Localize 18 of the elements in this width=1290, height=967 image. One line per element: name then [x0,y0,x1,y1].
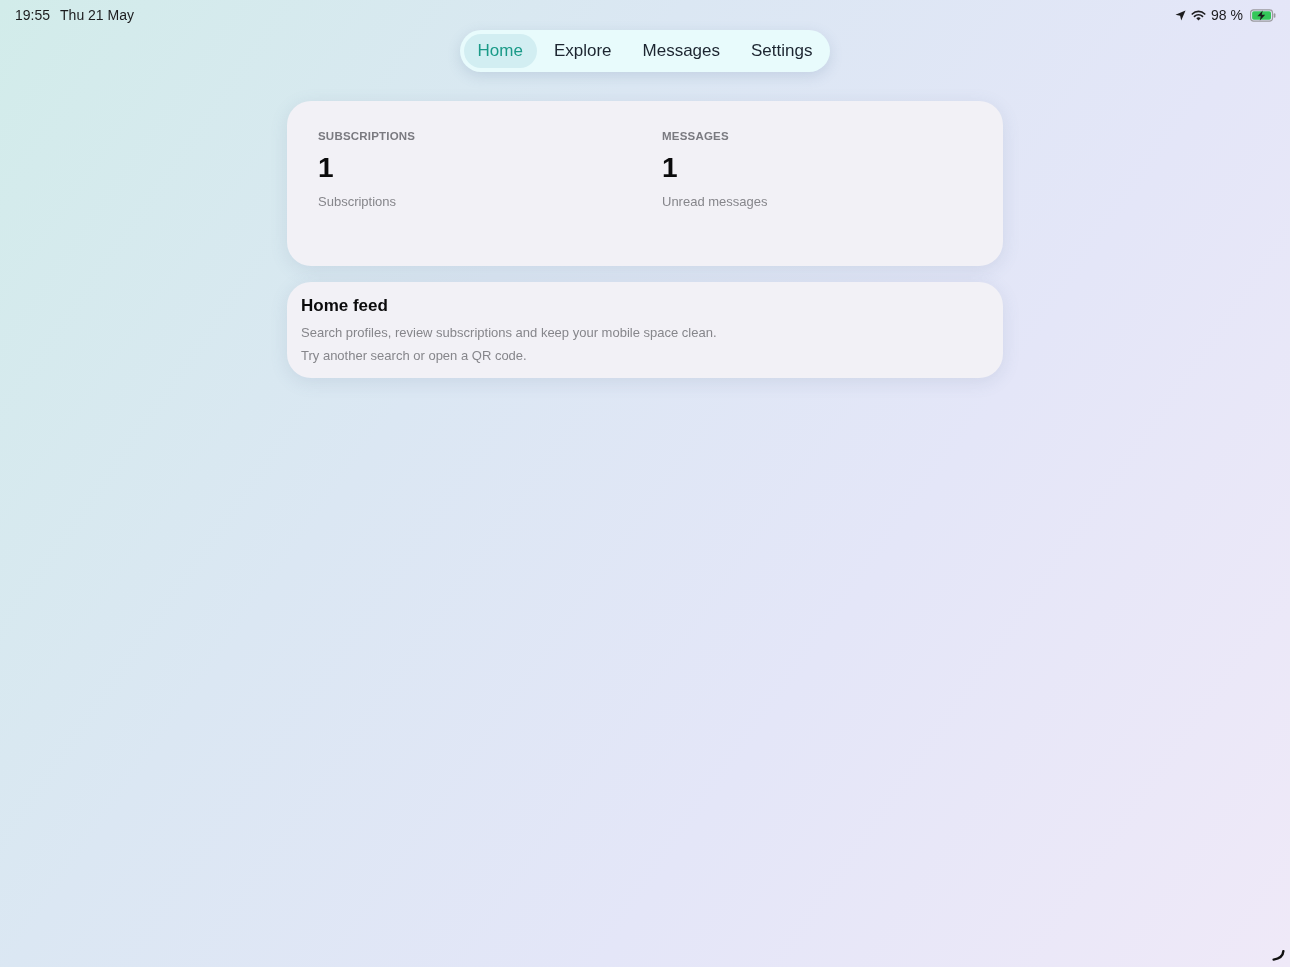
tab[interactable]: Messages [628,34,734,68]
battery-percent: 98 % [1211,7,1243,23]
stat-heading: MESSAGES [662,130,729,142]
wifi-icon [1191,9,1207,21]
stat-value: 1 [318,151,334,185]
status-date: Thu 21 May [60,7,134,23]
stat-caption: Unread messages [662,194,768,209]
status-time: 19:55 [15,7,51,23]
stat-caption: Subscriptions [318,194,397,209]
feed-text: Search profiles, review subscriptions and keep your mobile space clean. [301,325,717,340]
tab[interactable]: Explore [539,34,626,68]
stat-value: 1 [662,151,678,185]
tab[interactable]: Settings [737,34,827,68]
location-arrow-icon [1175,9,1187,21]
feed-title: Home feed [301,296,388,316]
feed-text: Try another search or open a QR code. [301,348,527,363]
stat-heading: SUBSCRIPTIONS [318,130,416,142]
curve-icon [1272,950,1285,961]
